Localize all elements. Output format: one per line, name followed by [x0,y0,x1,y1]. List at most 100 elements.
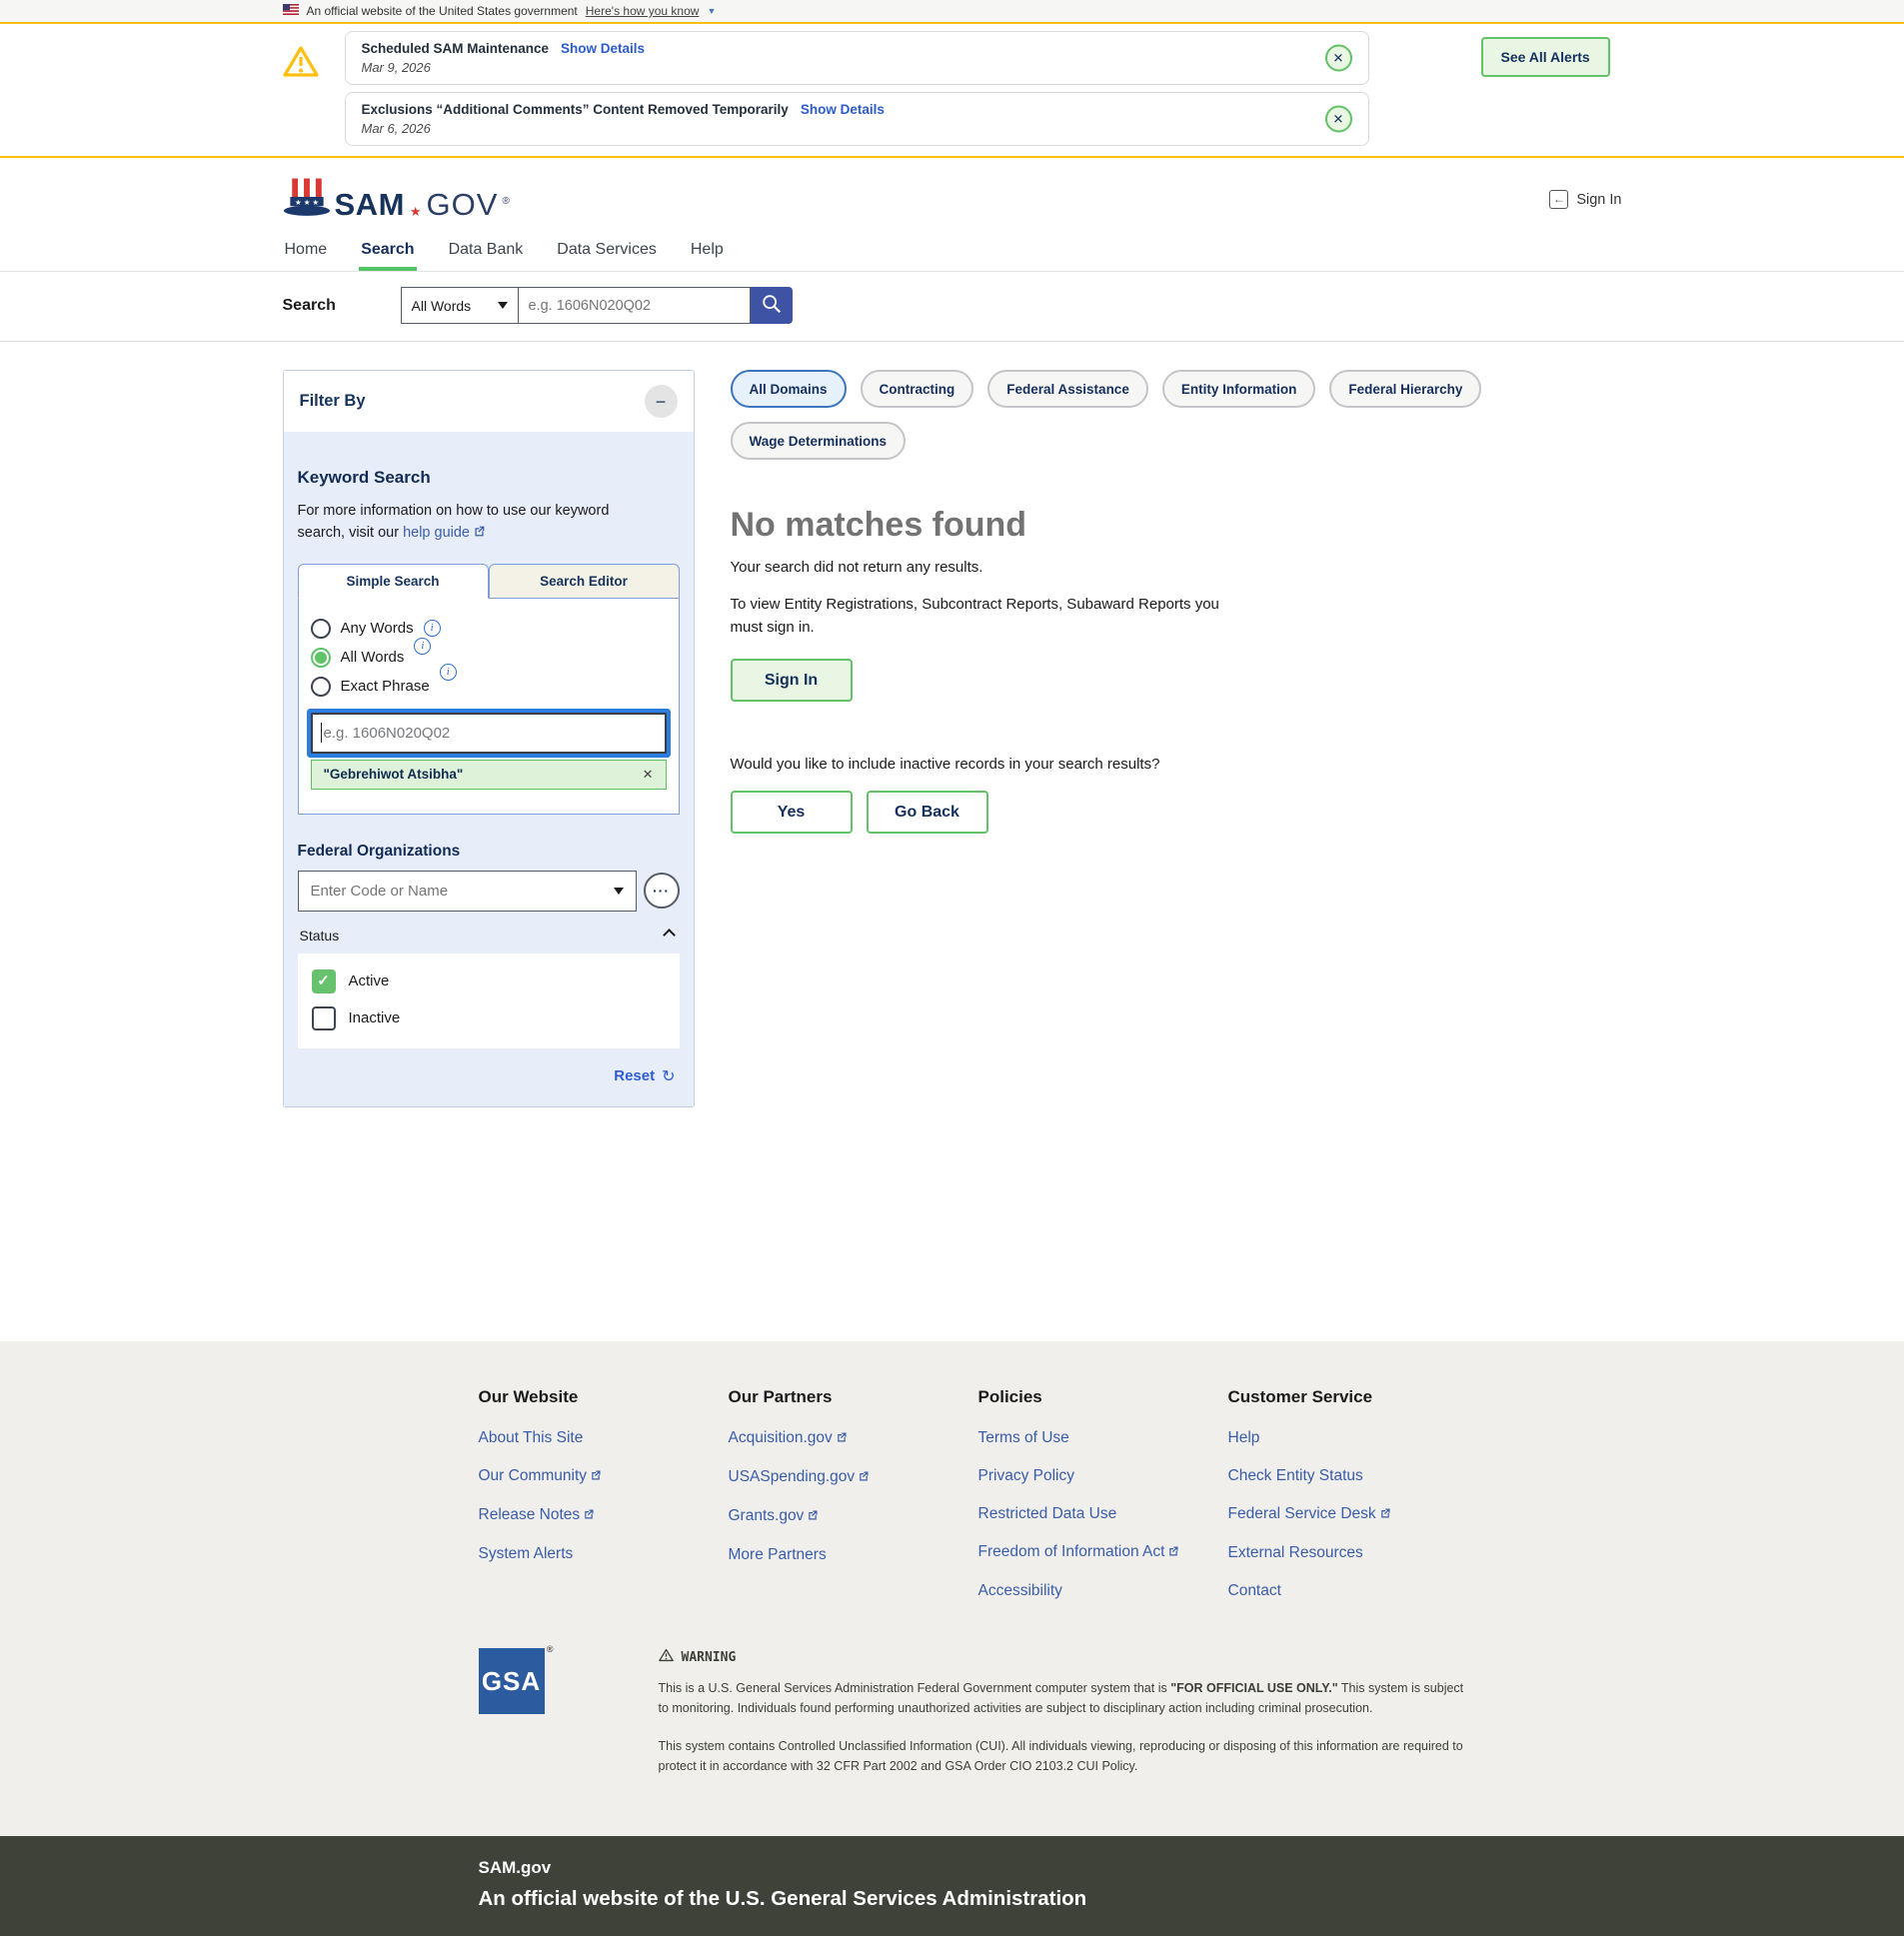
keyword-search-input[interactable]: e.g. 1606N020Q02 [311,713,667,754]
identity-footer: SAM.gov An official website of the U.S. … [0,1836,1904,1936]
footer-link-usaspending-gov[interactable]: USASpending.gov [729,1468,978,1487]
footer-heading-customer-service: Customer Service [1228,1387,1478,1407]
footer-link-more-partners[interactable]: More Partners [729,1546,978,1564]
simple-search-panel: Any Words i All Words i Exact Phrase i [298,599,680,815]
main-area: Filter By − Keyword Search For more info… [0,342,1904,1341]
alert-show-details-link[interactable]: Show Details [801,102,885,117]
alert-show-details-link[interactable]: Show Details [561,41,645,56]
collapse-filters-button[interactable]: − [645,385,678,418]
close-icon[interactable]: ✕ [1325,106,1352,133]
site-footer: Our Website About This Site Our Communit… [0,1341,1904,1836]
alert-date: Mar 9, 2026 [362,60,1308,75]
more-options-button[interactable]: ··· [644,873,680,909]
close-icon[interactable]: ✕ [1325,45,1352,72]
footer-link-release-notes[interactable]: Release Notes [479,1506,729,1525]
search-mode-value: All Words [412,298,472,314]
keyword-input-placeholder: e.g. 1606N020Q02 [324,725,451,742]
sign-in-button[interactable]: Sign In [731,659,853,702]
sign-in-arrow-icon: ← [1549,190,1568,209]
external-link-icon [590,1468,602,1486]
chevron-down-icon: ▼ [707,6,716,16]
results-area: All Domains Contracting Federal Assistan… [731,370,1622,1107]
reset-link[interactable]: Reset [614,1067,655,1084]
search-mode-select[interactable]: All Words [401,287,519,324]
logo-registered-mark: ® [502,196,509,207]
warning-paragraph-2: This system contains Controlled Unclassi… [659,1736,1473,1776]
chip-close-icon[interactable]: ✕ [643,767,654,783]
chevron-up-icon[interactable] [663,930,676,943]
footer-link-foia[interactable]: Freedom of Information Act [978,1543,1228,1562]
checkbox-inactive-label: Inactive [349,1009,401,1026]
nav-item-data-services[interactable]: Data Services [555,231,659,271]
footer-link-accessibility[interactable]: Accessibility [978,1582,1228,1600]
banner-how-link[interactable]: Here's how you know [586,4,700,18]
nav-item-search[interactable]: Search [359,231,416,271]
external-link-icon [858,1469,870,1487]
external-link-icon [583,1507,595,1525]
text-cursor [321,723,322,743]
info-icon[interactable]: i [424,620,441,637]
footer-link-help[interactable]: Help [1228,1429,1478,1447]
info-icon[interactable]: i [440,664,457,681]
footer-link-system-alerts[interactable]: System Alerts [479,1545,729,1563]
filter-by-title: Filter By [300,392,366,411]
footer-link-restricted-data-use[interactable]: Restricted Data Use [978,1505,1228,1523]
footer-link-external-resources[interactable]: External Resources [1228,1544,1478,1562]
radio-exact-phrase[interactable] [311,677,331,697]
warning-paragraph-1: This is a U.S. General Services Administ… [659,1678,1473,1718]
domain-pill-wage-determinations[interactable]: Wage Determinations [731,422,907,460]
footer-heading-our-partners: Our Partners [729,1387,978,1407]
search-button[interactable] [751,287,793,324]
search-row-label: Search [283,297,401,315]
nav-item-data-bank[interactable]: Data Bank [447,231,526,271]
federal-org-combobox[interactable]: Enter Code or Name [298,871,637,912]
footer-link-grants-gov[interactable]: Grants.gov [729,1507,978,1526]
federal-organizations-heading: Federal Organizations [298,843,680,861]
tab-search-editor[interactable]: Search Editor [489,564,680,599]
logo-star-icon: ★ [410,204,422,220]
alert-maintenance: Scheduled SAM Maintenance Show Details M… [345,31,1369,85]
radio-all-words-label: All Words [341,649,405,666]
external-link-icon [1379,1506,1391,1524]
radio-all-words[interactable] [311,648,331,668]
sign-in-link[interactable]: ← Sign In [1549,190,1621,209]
footer-link-our-community[interactable]: Our Community [479,1467,729,1486]
status-options-box: ✓ Active Inactive [298,954,680,1048]
footer-link-check-entity-status[interactable]: Check Entity Status [1228,1467,1478,1485]
footer-link-acquisition-gov[interactable]: Acquisition.gov [729,1429,978,1448]
nav-item-help[interactable]: Help [689,231,726,271]
checkbox-active[interactable]: ✓ [312,969,336,993]
domain-pill-all-domains[interactable]: All Domains [731,370,847,408]
see-all-alerts-button[interactable]: See All Alerts [1481,37,1610,77]
domain-pill-entity-information[interactable]: Entity Information [1162,370,1316,408]
domain-pill-federal-assistance[interactable]: Federal Assistance [987,370,1148,408]
external-link-icon [807,1508,819,1526]
footer-link-terms-of-use[interactable]: Terms of Use [978,1429,1228,1447]
alert-title: Exclusions “Additional Comments” Content… [362,102,789,117]
global-search-input[interactable] [519,287,751,324]
external-link-icon [836,1430,848,1448]
logo-sam-text: SAM [335,187,405,223]
footer-link-about-this-site[interactable]: About This Site [479,1429,729,1447]
nav-item-home[interactable]: Home [283,231,330,271]
tab-simple-search[interactable]: Simple Search [298,564,489,599]
domain-pill-federal-hierarchy[interactable]: Federal Hierarchy [1329,370,1481,408]
federal-org-placeholder: Enter Code or Name [311,883,449,900]
footer-link-privacy-policy[interactable]: Privacy Policy [978,1467,1228,1485]
domain-pill-contracting[interactable]: Contracting [861,370,974,408]
info-icon[interactable]: i [414,638,431,655]
yes-button[interactable]: Yes [731,791,853,834]
help-guide-link[interactable]: help guide [403,525,470,541]
footer-link-contact[interactable]: Contact [1228,1582,1478,1600]
gsa-registered-mark: ® [547,1644,555,1654]
footer-link-federal-service-desk[interactable]: Federal Service Desk [1228,1505,1478,1524]
warning-triangle-icon [283,31,345,83]
checkbox-inactive[interactable] [312,1006,336,1030]
sam-gov-logo[interactable]: ★ ★ ★ SAM★GOV® [283,176,510,223]
sign-in-label: Sign In [1576,192,1621,208]
radio-any-words[interactable] [311,619,331,639]
footer-site-name: SAM.gov [479,1858,1622,1878]
logo-gov-text: GOV [427,187,499,223]
go-back-button[interactable]: Go Back [867,791,988,834]
chevron-down-icon [614,888,624,895]
